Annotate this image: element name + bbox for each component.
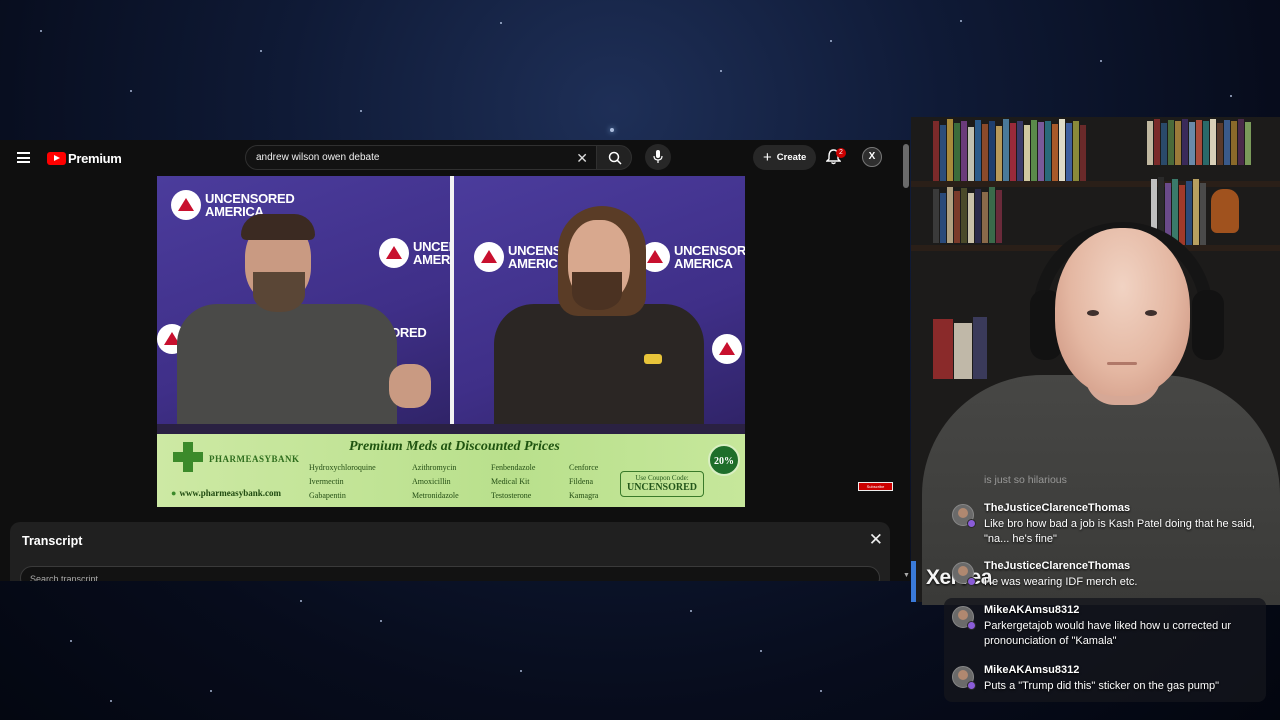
ad-product: Amoxicillin: [412, 477, 451, 486]
uncensored-america-logo-icon: [474, 242, 504, 272]
youtube-logo[interactable]: Premium: [47, 151, 122, 166]
pharmacy-cross-icon: [173, 442, 203, 472]
subscriber-badge-icon: [967, 681, 976, 690]
voice-search-button[interactable]: [645, 144, 671, 170]
pocket-square: [644, 354, 662, 364]
search-icon: [608, 151, 622, 165]
coupon-label: Use Coupon Code:: [635, 474, 689, 482]
books-row: [1147, 119, 1252, 165]
search-input[interactable]: andrew wilson owen debate ✕: [245, 145, 597, 170]
books-row: [933, 187, 1003, 243]
chat-username: TheJusticeClarenceThomas: [984, 560, 1131, 572]
ad-product: Kamagra: [569, 491, 599, 500]
ad-product: Gabapentin: [309, 491, 346, 500]
subscriber-badge-icon: [967, 519, 976, 528]
youtube-header: Premium andrew wilson owen debate ✕ + Cr…: [0, 140, 909, 188]
books-row: [933, 317, 988, 379]
youtube-play-icon: [47, 152, 66, 165]
books-row: [933, 119, 1087, 181]
video-player[interactable]: UNCENSOREDAMERICA UNCENSOREDAMERICA UNCE…: [157, 176, 745, 507]
backdrop-logo: [712, 334, 742, 364]
chat-overlay: is just so hilarious TheJusticeClarenceT…: [944, 470, 1266, 702]
microphone-icon: [653, 150, 663, 163]
chat-text: Puts a "Trump did this" sticker on the g…: [984, 680, 1220, 692]
chat-faded-line: is just so hilarious: [984, 474, 1067, 486]
ad-product: Ivermectin: [309, 477, 344, 486]
streamer-head: [1055, 228, 1190, 396]
ad-product-column: Azithromycin Amoxicillin Metronidazole: [412, 461, 459, 503]
coupon-code: UNCENSORED: [626, 482, 697, 493]
ad-product-column: Cenforce Fildena Kamagra: [569, 461, 598, 503]
subscriber-badge-icon: [967, 621, 976, 630]
desk: [157, 424, 745, 434]
ad-brand: PHARMEASYBANK: [209, 454, 300, 464]
ad-url: www.pharmeasybank.com: [171, 488, 281, 498]
hamburger-menu-icon[interactable]: [17, 152, 30, 163]
youtube-window: Premium andrew wilson owen debate ✕ + Cr…: [0, 140, 910, 581]
transcript-panel: Transcript ✕ Search transcript: [10, 522, 890, 581]
chat-username: TheJusticeClarenceThomas: [984, 502, 1131, 514]
ad-product-column: Fenbendazole Medical Kit Testosterone: [491, 461, 535, 503]
plus-icon: +: [763, 149, 772, 166]
ad-banner[interactable]: PHARMEASYBANK www.pharmeasybank.com Prem…: [157, 434, 745, 507]
create-button[interactable]: + Create: [753, 145, 817, 170]
backdrop-brand-line2: AMERICA: [674, 256, 733, 271]
coupon-box: Use Coupon Code: UNCENSORED: [620, 471, 704, 497]
chat-text: Parkergetajob would have liked how u cor…: [984, 620, 1232, 647]
backdrop-brand-line2: AMERICA: [413, 252, 450, 267]
backdrop-logo: UNCENSOREDAMERICA: [640, 242, 745, 272]
ad-product: Cenforce: [569, 463, 599, 472]
headphone-right-cup: [1192, 290, 1224, 360]
ad-product: Hydroxychloroquine: [309, 463, 376, 472]
video-right-panel: UNCENSOREDAMERICA UNCENSOREDAMERICA: [454, 176, 745, 434]
ad-title: Premium Meds at Discounted Prices: [349, 439, 560, 454]
video-left-panel: UNCENSOREDAMERICA UNCENSOREDAMERICA UNCE…: [157, 176, 450, 434]
clear-search-icon[interactable]: ✕: [576, 150, 588, 167]
search-query-text: andrew wilson owen debate: [256, 152, 380, 163]
notification-count-badge: 2: [836, 148, 846, 158]
ad-product: Medical Kit: [491, 477, 530, 486]
uncensored-america-logo-icon: [712, 334, 742, 364]
chat-username: MikeAKAmsu8312: [984, 664, 1080, 676]
chat-text: Like bro how bad a job is Kash Patel doi…: [984, 518, 1255, 545]
search-button[interactable]: [596, 145, 632, 170]
ad-product-column: Hydroxychloroquine Ivermectin Gabapentin: [309, 461, 376, 503]
chat-text: He was wearing IDF merch etc.: [984, 576, 1138, 588]
plush-toy: [1211, 189, 1239, 233]
discount-badge: 20%: [708, 444, 740, 476]
uncensored-america-logo-icon: [379, 238, 409, 268]
create-label: Create: [776, 152, 807, 163]
subscriber-badge-icon: [967, 577, 976, 586]
ad-product: Azithromycin: [412, 463, 457, 472]
youtube-brand-text: Premium: [68, 151, 122, 166]
transcript-title: Transcript: [22, 534, 83, 548]
ad-product: Fildena: [569, 477, 593, 486]
chat-username: MikeAKAmsu8312: [984, 604, 1080, 616]
streamer-nameplate-accent: [911, 561, 916, 602]
close-transcript-icon[interactable]: ✕: [869, 530, 883, 550]
backdrop-logo: UNCENSOREDAMERICA: [379, 238, 450, 268]
uncensored-america-logo-icon: [171, 190, 201, 220]
page-scrollbar[interactable]: [903, 144, 909, 188]
scroll-down-arrow-icon[interactable]: ▼: [903, 572, 910, 579]
ad-product: Metronidazole: [412, 491, 459, 500]
subscribe-watermark-button[interactable]: Subscribe: [858, 482, 893, 491]
ad-product: Fenbendazole: [491, 463, 536, 472]
transcript-search-input[interactable]: Search transcript: [20, 566, 880, 581]
ad-product: Testosterone: [491, 491, 532, 500]
account-avatar[interactable]: X: [862, 147, 882, 167]
